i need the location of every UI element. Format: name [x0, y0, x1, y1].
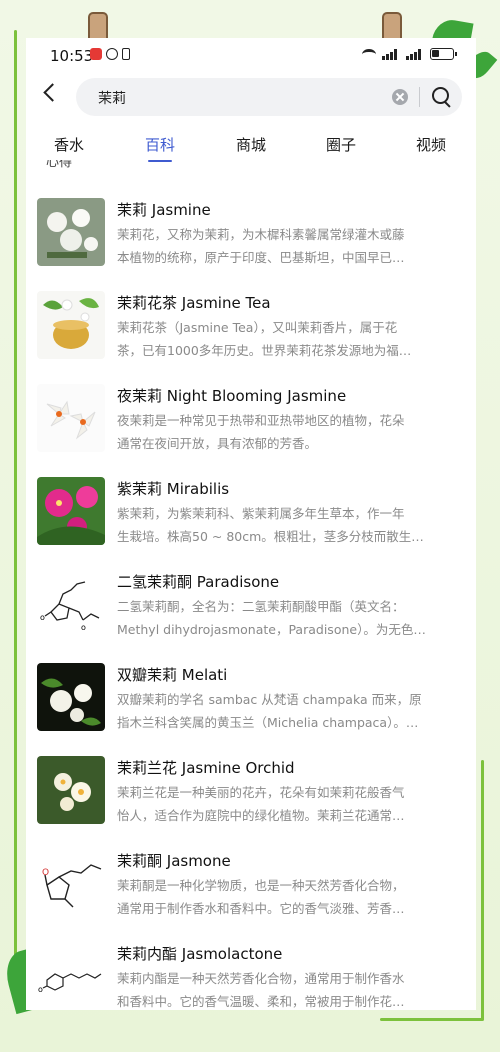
alarm-icon — [106, 48, 118, 60]
svg-text:O: O — [42, 868, 49, 878]
search-icon[interactable] — [432, 87, 452, 107]
mirabilis-photo — [37, 477, 105, 545]
status-notification-icons — [90, 48, 130, 60]
result-title: 茉莉兰花 Jasmine Orchid — [117, 759, 295, 777]
result-description: 二氢茉莉酮，全名为：二氢茉莉酮酸甲酯（英文名： Methyl dihydrojas… — [117, 599, 426, 637]
jasmine-flower-photo — [37, 198, 105, 266]
list-item[interactable]: 茉莉兰花 Jasmine Orchid 茉莉兰花是一种美丽的花卉，花朵有如茉莉花… — [26, 746, 476, 839]
list-item[interactable]: 紫茉莉 Mirabilis 紫茉莉，为紫茉莉科、紫茉莉属多年生草本，作一年 生栽培… — [26, 467, 476, 560]
tab-encyclopedia[interactable]: 百科 — [145, 134, 175, 155]
list-item[interactable]: 夜茉莉 Night Blooming Jasmine 夜茉莉是一种常见于热带和亚… — [26, 374, 476, 467]
result-title: 茉莉酮 Jasmone — [117, 852, 231, 870]
svg-text:o: o — [38, 985, 43, 994]
battery-icon — [430, 48, 457, 60]
jasmone-structure: O — [37, 849, 105, 917]
result-description: 夜茉莉是一种常见于热带和亚热带地区的植物，花朵 通常在夜间开放，具有浓郁的芳香。 — [117, 413, 405, 451]
result-description: 紫茉莉，为紫茉莉科、紫茉莉属多年生草本，作一年 生栽培。株高50 ~ 80cm。根… — [117, 506, 424, 544]
search-divider — [419, 87, 420, 107]
list-item[interactable]: O 茉莉酮 Jasmone 茉莉酮是一种化学物质，也是一种天然芳香化合物， 通常用… — [26, 839, 476, 932]
jasmine-orchid-photo — [37, 756, 105, 824]
result-description: 茉莉花，又称为茉莉，为木樨科素馨属常绿灌木或藤 本植物的统称，原产于印度、巴基斯坦… — [117, 227, 405, 265]
result-title: 二氢茉莉酮 Paradisone — [117, 573, 280, 591]
frame-line-left — [14, 30, 17, 990]
tab-community[interactable]: 圈子 — [326, 134, 356, 155]
result-title: 夜茉莉 Night Blooming Jasmine — [117, 387, 347, 405]
frame-line-right — [481, 760, 484, 1020]
tab-video[interactable]: 视频 — [416, 134, 446, 155]
search-input[interactable]: 茉莉 — [98, 88, 126, 108]
night-jasmine-photo — [37, 384, 105, 452]
melati-photo — [37, 663, 105, 731]
result-description: 茉莉酮是一种化学物质，也是一种天然芳香化合物， 通常用于制作香水和香料中。它的香气… — [117, 878, 405, 916]
result-title: 茉莉花茶 Jasmine Tea — [117, 294, 271, 312]
signal-2-icon — [406, 48, 424, 60]
result-title: 双瓣茉莉 Melati — [117, 666, 228, 684]
result-title: 茉莉 Jasmine — [117, 201, 211, 219]
phone-screen: 10:53 茉莉 香水 百科 商城 圈子 视频 心得 茉莉 Jasmine 茉莉… — [26, 38, 476, 1010]
tab-mall[interactable]: 商城 — [236, 134, 266, 155]
result-title: 紫茉莉 Mirabilis — [117, 480, 230, 498]
status-time: 10:53 — [50, 47, 94, 65]
list-item[interactable]: o 茉莉内酯 Jasmolactone 茉莉内酯是一种天然芳香化合物，通常用于制… — [26, 932, 476, 1010]
jasmolactone-structure: o — [37, 942, 105, 1010]
jasmine-tea-photo — [37, 291, 105, 359]
status-bar: 10:53 — [26, 38, 476, 74]
signal-icon — [382, 48, 400, 60]
active-tab-indicator — [148, 160, 172, 162]
search-bar[interactable]: 茉莉 — [76, 78, 462, 116]
result-description: 茉莉兰花是一种美丽的花卉，花朵有如茉莉花般香气 怡人，适合作为庭院中的绿化植物。茉… — [117, 785, 405, 823]
frame-line-bottom — [380, 1018, 484, 1021]
tab-perfume[interactable]: 香水 — [54, 134, 84, 155]
svg-text:o: o — [40, 613, 45, 622]
list-item[interactable]: 茉莉花茶 Jasmine Tea 茉莉花茶（Jasmine Tea），又叫茉莉香… — [26, 281, 476, 374]
app-notification-icon — [90, 48, 102, 60]
result-title: 茉莉内酯 Jasmolactone — [117, 945, 283, 963]
wifi-icon — [362, 48, 376, 60]
back-arrow-icon[interactable] — [40, 80, 62, 106]
paradisone-structure: oo — [37, 570, 105, 638]
svg-text:o: o — [81, 623, 86, 632]
clear-icon[interactable] — [392, 89, 408, 105]
list-item[interactable]: oo 二氢茉莉酮 Paradisone 二氢茉莉酮，全名为：二氢茉莉酮酸甲酯（英… — [26, 560, 476, 653]
vibrate-icon — [122, 48, 130, 60]
partial-section-heading: 心得 — [46, 160, 73, 170]
list-item[interactable]: 茉莉 Jasmine 茉莉花，又称为茉莉，为木樨科素馨属常绿灌木或藤 本植物的统称… — [26, 188, 476, 281]
category-tabs: 香水 百科 商城 圈子 视频 — [26, 130, 476, 164]
result-description: 双瓣茉莉的学名 sambac 从梵语 champaka 而来，原 指木兰科含笑属的… — [117, 692, 422, 730]
result-description: 茉莉花茶（Jasmine Tea），又叫茉莉香片，属于花 茶，已有1000多年历史… — [117, 320, 412, 358]
result-description: 茉莉内酯是一种天然芳香化合物，通常用于制作香水 和香料中。它的香气温暖、柔和，常被… — [117, 971, 405, 1009]
status-system-icons — [362, 48, 457, 60]
list-item[interactable]: 双瓣茉莉 Melati 双瓣茉莉的学名 sambac 从梵语 champaka … — [26, 653, 476, 746]
